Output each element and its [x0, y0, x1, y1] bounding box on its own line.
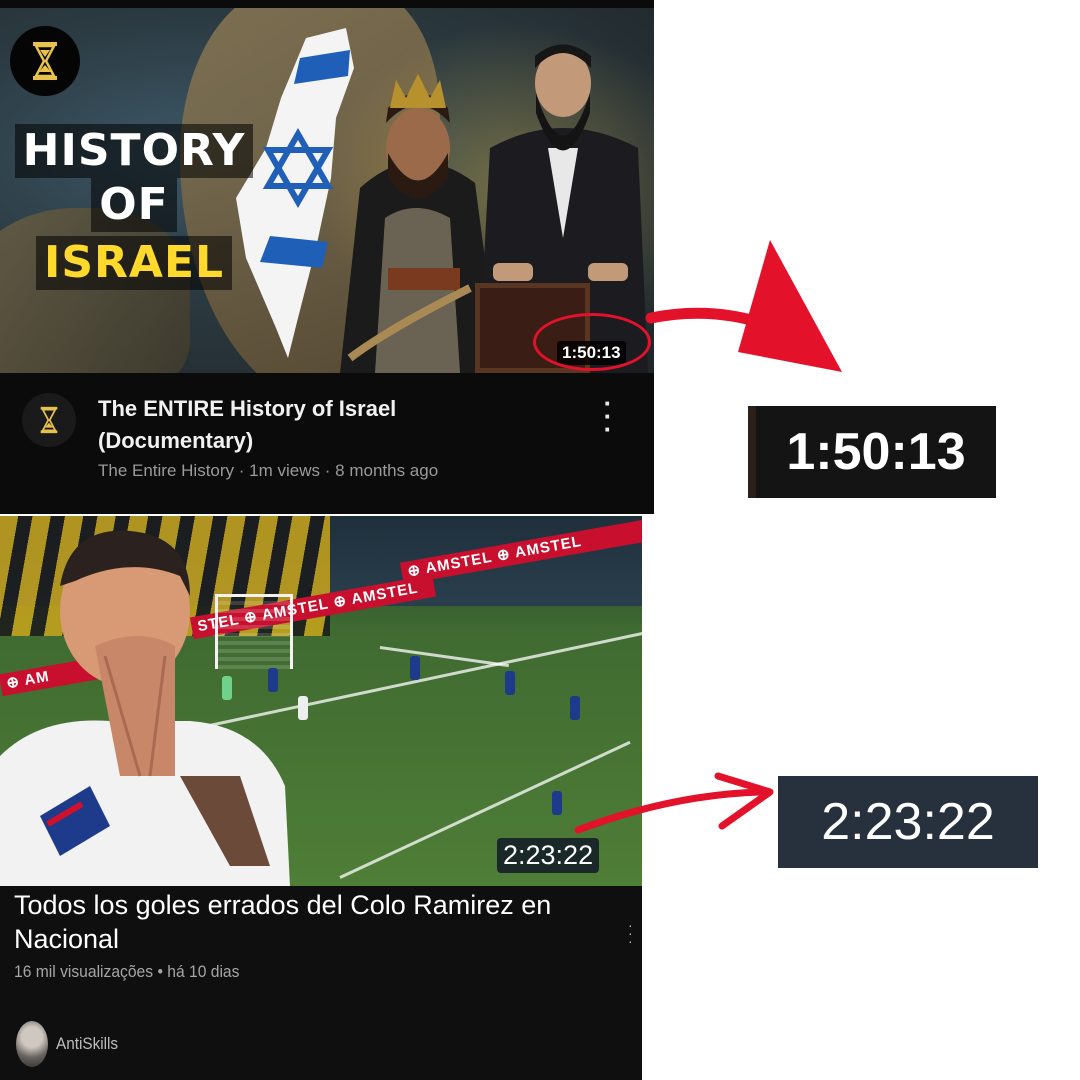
view-count: 1m views	[249, 461, 321, 480]
red-annotation-circle	[533, 313, 651, 371]
thumbnail-title-line: OF	[91, 178, 177, 232]
separator: ·	[238, 461, 250, 480]
separator: •	[157, 962, 168, 981]
zoomed-duration-1: 1:50:13	[748, 406, 996, 498]
video-subtitle: 16 mil visualizações • há 10 dias	[14, 962, 239, 982]
hourglass-icon	[40, 406, 58, 434]
channel-avatar[interactable]	[16, 1021, 48, 1067]
video-thumbnail-2[interactable]: ⊕ AMSTEL ⊕ AMSTEL STEL ⊕ AMSTEL ⊕ AMSTEL…	[0, 516, 642, 886]
arrow-head	[738, 240, 842, 372]
video-card-1[interactable]: HISTORY OF ISRAEL 1:50:13 The ENTIRE His…	[0, 0, 654, 514]
more-options-icon[interactable]: · · ·	[596, 390, 620, 442]
thumbnail-title-line: HISTORY	[14, 124, 254, 178]
video-card-2[interactable]: ⊕ AMSTEL ⊕ AMSTEL STEL ⊕ AMSTEL ⊕ AMSTEL…	[0, 516, 642, 1080]
upload-age: 8 months ago	[335, 461, 439, 480]
video-title[interactable]: Todos los goles errados del Colo Ramirez…	[14, 888, 634, 956]
video-subtitle: The Entire History · 1m views · 8 months…	[98, 461, 438, 481]
thumbnail-title-overlay: HISTORY OF ISRAEL	[14, 124, 254, 290]
red-arrow	[645, 307, 826, 356]
player	[410, 656, 420, 680]
thumbnail-title-line: ISRAEL	[35, 236, 233, 290]
separator: ·	[324, 461, 336, 480]
channel-name[interactable]: AntiSkills	[56, 1034, 118, 1054]
arrow-head	[714, 772, 774, 830]
channel-name[interactable]: The Entire History	[98, 461, 234, 480]
hourglass-icon	[10, 26, 80, 96]
upload-age: há 10 dias	[167, 962, 240, 981]
video-meta-1: The ENTIRE History of Israel (Documentar…	[0, 373, 654, 514]
zoomed-duration-2: 2:23:22	[778, 776, 1038, 868]
video-duration-badge: 2:23:22	[497, 838, 600, 873]
player	[505, 671, 515, 695]
video-title[interactable]: The ENTIRE History of Israel (Documentar…	[98, 393, 528, 457]
footballer-figure	[0, 530, 290, 886]
player	[552, 791, 562, 815]
view-count: 16 mil visualizações	[14, 962, 154, 981]
player	[570, 696, 580, 720]
channel-avatar[interactable]	[22, 393, 76, 447]
pitch-line	[379, 646, 509, 668]
more-options-icon[interactable]: · · ·	[628, 918, 636, 951]
